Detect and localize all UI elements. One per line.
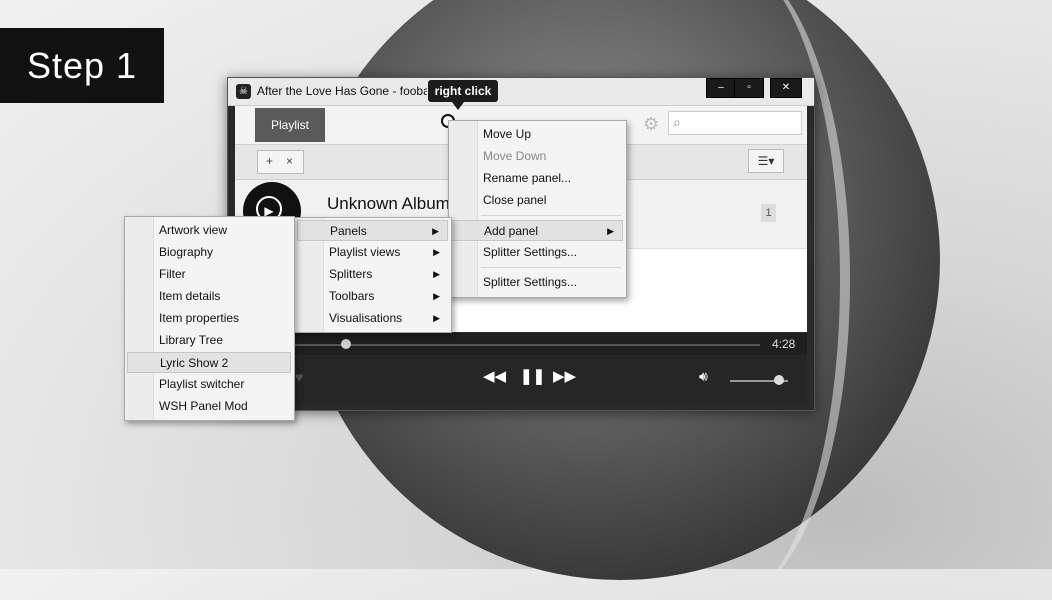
- menu-item-splitters[interactable]: Splitters ▶: [297, 264, 448, 285]
- volume-icon[interactable]: 🔊︎: [699, 368, 708, 385]
- search-icon: ⌕: [673, 114, 681, 130]
- track-number: 1: [761, 204, 776, 222]
- menu-item-add-panel[interactable]: Add panel ▶: [451, 220, 623, 241]
- remove-playlist-button[interactable]: ×: [286, 154, 293, 168]
- menu-item-item-details[interactable]: Item details: [127, 286, 291, 307]
- search-input[interactable]: [691, 114, 799, 132]
- app-icon: ☠: [236, 84, 251, 99]
- submenu-arrow-icon: ▶: [433, 291, 440, 301]
- next-icon[interactable]: ▶▶: [553, 367, 576, 385]
- menu-item-move-up[interactable]: Move Up: [451, 124, 623, 145]
- submenu-arrow-icon: ▶: [433, 313, 440, 323]
- menu-item-biography[interactable]: Biography: [127, 242, 291, 263]
- maximize-icon[interactable]: ▫: [734, 78, 764, 98]
- add-panel-submenu: Panels ▶ Playlist views ▶ Splitters ▶ Toolb…: [294, 217, 452, 333]
- menu-item-filter[interactable]: Filter: [127, 264, 291, 285]
- menu-item-move-down: Move Down: [483, 149, 547, 163]
- menu-item-close-panel[interactable]: Close panel: [451, 190, 623, 211]
- submenu-arrow-icon: ▶: [433, 247, 440, 257]
- menu-item-rename-panel[interactable]: Rename panel...: [451, 168, 623, 189]
- panels-submenu: Artwork view Biography Filter Item detai…: [124, 216, 295, 421]
- tooltip-arrow: [452, 102, 464, 110]
- menu-item-library-tree[interactable]: Library Tree: [127, 330, 291, 351]
- volume-handle[interactable]: [774, 375, 785, 385]
- menu-item-splitter-settings[interactable]: Splitter Settings...: [451, 242, 623, 263]
- view-options-button[interactable]: ☰▾: [748, 149, 784, 173]
- menu-item-panels[interactable]: Panels ▶: [297, 220, 448, 241]
- menu-separator: [481, 267, 621, 268]
- seek-handle[interactable]: [341, 339, 352, 349]
- gear-icon[interactable]: ⚙: [643, 114, 659, 135]
- minimize-icon[interactable]: ‒: [706, 78, 736, 98]
- window-title: After the Love Has Gone - foobar2000: [257, 84, 427, 98]
- menu-item-item-properties[interactable]: Item properties: [127, 308, 291, 329]
- menu-item-visualisations[interactable]: Visualisations ▶: [297, 308, 448, 329]
- previous-icon[interactable]: ◀◀: [483, 367, 506, 385]
- search-box[interactable]: ⌕: [668, 111, 802, 135]
- menu-item-artwork-view[interactable]: Artwork view: [127, 220, 291, 241]
- menu-item-toolbars[interactable]: Toolbars ▶: [297, 286, 448, 307]
- add-playlist-button[interactable]: +: [266, 154, 273, 168]
- menu-item-splitter-settings-2[interactable]: Splitter Settings...: [451, 272, 623, 293]
- playback-controls: ♥ ◀◀ ❚❚ ▶▶ 🔊︎: [235, 355, 807, 405]
- submenu-arrow-icon: ▶: [607, 226, 614, 236]
- context-menu: Move Up Move Down Rename panel... Close …: [448, 120, 627, 298]
- menu-item-playlist-views[interactable]: Playlist views ▶: [297, 242, 448, 263]
- right-click-tooltip: right click: [428, 80, 498, 102]
- menu-item-playlist-switcher[interactable]: Playlist switcher: [127, 374, 291, 395]
- menu-item-lyric-show-2[interactable]: Lyric Show 2: [127, 352, 291, 373]
- seekbar[interactable]: 4:28: [235, 333, 807, 355]
- time-display: 4:28: [772, 337, 796, 351]
- submenu-arrow-icon: ▶: [432, 226, 439, 236]
- tab-playlist[interactable]: Playlist: [255, 108, 325, 142]
- seek-track[interactable]: [295, 344, 760, 346]
- heart-icon[interactable]: ♥: [295, 369, 303, 385]
- pause-icon[interactable]: ❚❚: [520, 367, 545, 385]
- add-remove-playlist-buttons[interactable]: + ×: [257, 150, 304, 174]
- title-bar: ☠ After the Love Has Gone - foobar2000 ‒…: [228, 78, 814, 106]
- close-icon[interactable]: ✕: [770, 78, 802, 98]
- step-label: Step 1: [0, 28, 164, 103]
- menu-separator: [481, 215, 621, 216]
- submenu-arrow-icon: ▶: [433, 269, 440, 279]
- album-title: Unknown Album: [327, 194, 450, 213]
- menu-item-wsh-panel-mod[interactable]: WSH Panel Mod: [127, 396, 291, 417]
